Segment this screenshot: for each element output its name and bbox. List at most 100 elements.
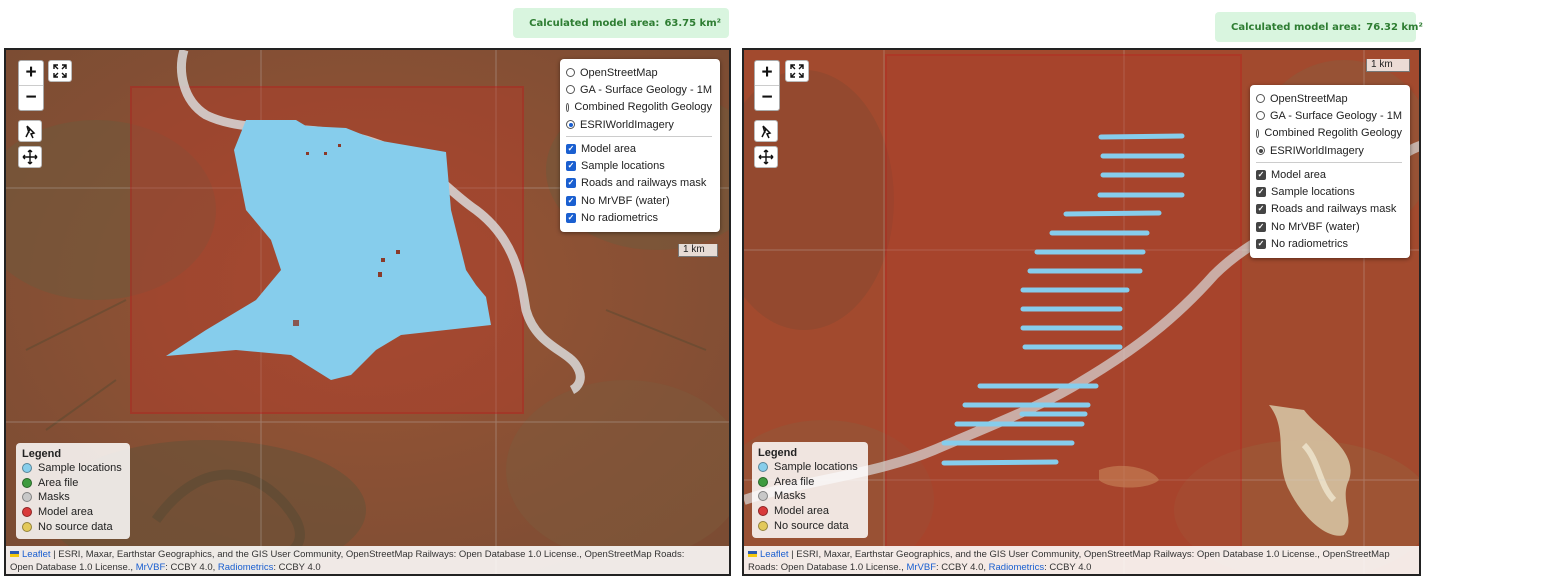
- mrvbf-link[interactable]: MrVBF: [906, 562, 936, 573]
- overlay-option[interactable]: Roads and railways mask: [566, 175, 712, 192]
- map-legend: Legend Sample locations Area file Masks …: [752, 442, 868, 538]
- fullscreen-button[interactable]: [785, 60, 809, 82]
- sample-locations-swatch: [22, 463, 32, 474]
- flag-icon: [10, 551, 19, 558]
- zoom-in-button[interactable]: +: [19, 61, 43, 85]
- model-area-label: Calculated model area:: [529, 17, 660, 29]
- model-area-badge-left: Calculated model area: 63.75 km²: [513, 8, 729, 38]
- legend-item: Model area: [758, 504, 862, 519]
- masks-swatch: [758, 491, 768, 502]
- map-legend: Legend Sample locations Area file Masks …: [16, 443, 130, 539]
- pan-button[interactable]: [18, 146, 42, 168]
- base-layer-option[interactable]: OpenStreetMap: [566, 64, 712, 81]
- zoom-out-button[interactable]: −: [755, 85, 779, 110]
- radiometrics-link[interactable]: Radiometrics: [218, 562, 273, 573]
- radio-icon[interactable]: [1256, 111, 1265, 121]
- radio-icon[interactable]: [1256, 94, 1265, 104]
- overlay-option[interactable]: Sample locations: [566, 157, 712, 174]
- checkbox-icon[interactable]: [566, 213, 576, 224]
- zoom-in-button[interactable]: +: [755, 61, 779, 85]
- fullscreen-icon: [53, 64, 67, 78]
- pan-move-icon: [758, 149, 774, 165]
- legend-title: Legend: [22, 448, 62, 460]
- model-area-badge-right: Calculated model area: 76.32 km²: [1215, 12, 1423, 42]
- area-file-swatch: [758, 476, 768, 487]
- radiometrics-link[interactable]: Radiometrics: [989, 562, 1044, 573]
- masks-swatch: [22, 492, 32, 503]
- legend-item: No source data: [22, 519, 124, 534]
- radio-icon[interactable]: [566, 68, 575, 78]
- map-attribution: Leaflet | ESRI, Maxar, Earthstar Geograp…: [744, 546, 1419, 574]
- checkbox-icon[interactable]: [1256, 221, 1266, 232]
- zoom-out-button[interactable]: −: [19, 85, 43, 110]
- overlay-option[interactable]: Model area: [566, 140, 712, 157]
- overlay-option[interactable]: No MrVBF (water): [1256, 218, 1402, 235]
- checkbox-icon[interactable]: [566, 161, 576, 172]
- leaflet-link[interactable]: Leaflet: [760, 549, 789, 560]
- checkbox-icon[interactable]: [566, 178, 576, 189]
- base-layer-option[interactable]: Combined Regolith Geology: [1256, 125, 1402, 142]
- checkbox-icon[interactable]: [566, 143, 576, 154]
- checkbox-icon[interactable]: [1256, 169, 1266, 180]
- legend-item: No source data: [758, 518, 862, 533]
- no-source-data-swatch: [22, 521, 32, 532]
- draw-polygon-icon: [25, 125, 36, 139]
- no-source-data-swatch: [758, 520, 768, 531]
- legend-item: Sample locations: [758, 460, 862, 475]
- base-layer-option[interactable]: Combined Regolith Geology: [566, 99, 712, 116]
- base-layer-option[interactable]: GA - Surface Geology - 1M: [566, 81, 712, 98]
- base-layer-option[interactable]: GA - Surface Geology - 1M: [1256, 107, 1402, 124]
- radio-selected-icon[interactable]: [1256, 146, 1265, 156]
- zoom-control[interactable]: + −: [754, 60, 780, 111]
- area-file-swatch: [22, 477, 32, 488]
- mrvbf-link[interactable]: MrVBF: [136, 562, 166, 573]
- overlay-option[interactable]: No radiometrics: [1256, 235, 1402, 252]
- model-area-value: 76.32 km²: [1366, 21, 1423, 33]
- legend-item: Model area: [22, 505, 124, 520]
- divider: [566, 136, 712, 138]
- model-area-swatch: [22, 507, 32, 518]
- overlay-option[interactable]: Model area: [1256, 166, 1402, 183]
- draw-polygon-icon: [761, 125, 772, 139]
- model-area-swatch: [758, 506, 768, 517]
- scale-bar: 1 km: [678, 244, 718, 257]
- radio-selected-icon[interactable]: [566, 120, 575, 130]
- checkbox-icon[interactable]: [1256, 204, 1266, 215]
- pan-move-icon: [22, 149, 38, 165]
- radio-icon[interactable]: [1256, 128, 1260, 138]
- checkbox-icon[interactable]: [1256, 239, 1266, 250]
- sample-locations-swatch: [758, 462, 768, 473]
- radio-icon[interactable]: [566, 102, 570, 112]
- legend-item: Area file: [22, 476, 124, 491]
- divider: [1256, 162, 1402, 164]
- base-layer-option-selected[interactable]: ESRIWorldImagery: [1256, 142, 1402, 159]
- layers-control[interactable]: OpenStreetMap GA - Surface Geology - 1M …: [1250, 85, 1410, 258]
- model-area-value: 63.75 km²: [664, 17, 721, 29]
- legend-item: Masks: [758, 489, 862, 504]
- map-attribution: Leaflet | ESRI, Maxar, Earthstar Geograp…: [6, 546, 729, 574]
- scale-bar: 1 km: [1366, 59, 1410, 72]
- model-area-label: Calculated model area:: [1231, 21, 1362, 33]
- draw-polygon-button[interactable]: [754, 120, 778, 142]
- pan-button[interactable]: [754, 146, 778, 168]
- map-left[interactable]: + − OpenStreetMap GA - Surface Geology -…: [4, 48, 731, 576]
- base-layer-option-selected[interactable]: ESRIWorldImagery: [566, 116, 712, 133]
- checkbox-icon[interactable]: [566, 195, 576, 206]
- layers-control[interactable]: OpenStreetMap GA - Surface Geology - 1M …: [560, 59, 720, 232]
- radio-icon[interactable]: [566, 85, 575, 95]
- overlay-option[interactable]: No radiometrics: [566, 209, 712, 226]
- leaflet-link[interactable]: Leaflet: [22, 549, 51, 560]
- map-right[interactable]: + − 1 km OpenStreetMap GA - Surface Geol…: [742, 48, 1421, 576]
- overlay-option[interactable]: Sample locations: [1256, 183, 1402, 200]
- base-layer-option[interactable]: OpenStreetMap: [1256, 90, 1402, 107]
- legend-item: Masks: [22, 490, 124, 505]
- flag-icon: [748, 551, 757, 558]
- overlay-option[interactable]: No MrVBF (water): [566, 192, 712, 209]
- fullscreen-button[interactable]: [48, 60, 72, 82]
- overlay-option[interactable]: Roads and railways mask: [1256, 201, 1402, 218]
- draw-polygon-button[interactable]: [18, 120, 42, 142]
- checkbox-icon[interactable]: [1256, 187, 1266, 198]
- legend-title: Legend: [758, 447, 798, 459]
- fullscreen-icon: [790, 64, 804, 78]
- zoom-control[interactable]: + −: [18, 60, 44, 111]
